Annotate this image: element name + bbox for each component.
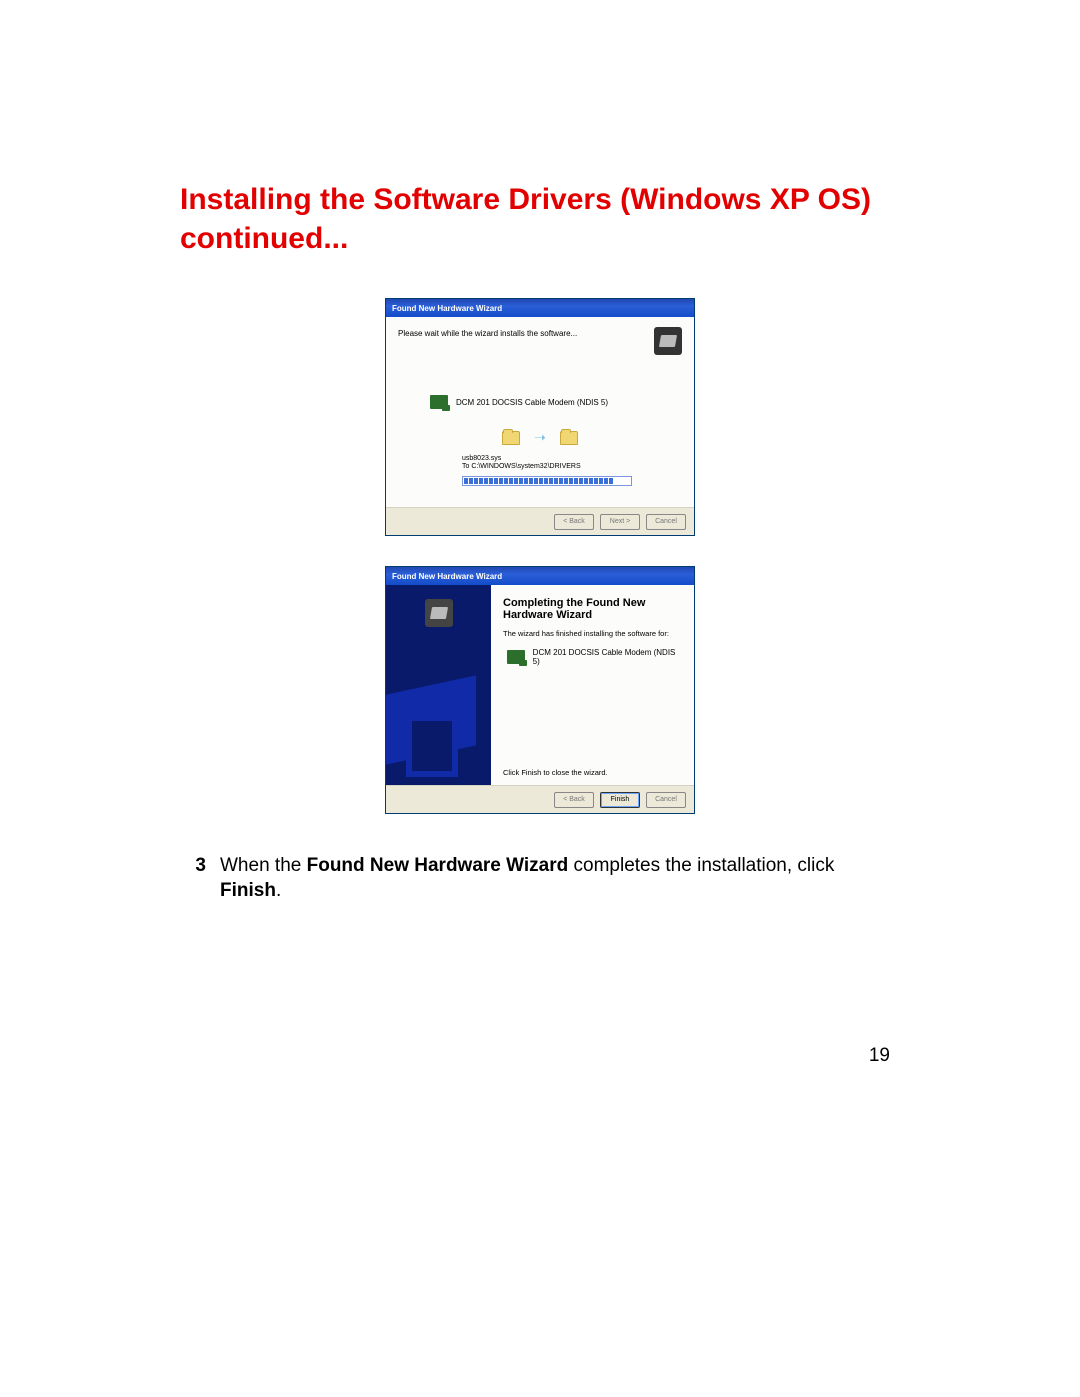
copy-arrow-icon: ➝ [534,429,546,446]
hardware-icon [654,327,682,355]
network-adapter-icon [430,395,448,409]
wizard2-finish-button[interactable]: Finish [600,792,640,808]
wizard2-back-button: < Back [554,792,594,808]
page-number: 19 [869,1045,890,1067]
wizard1-device-name: DCM 201 DOCSIS Cable Modem (NDIS 5) [456,398,608,407]
wizard2-device-name: DCM 201 DOCSIS Cable Modem (NDIS 5) [533,648,682,666]
wizard1-cancel-button: Cancel [646,514,686,530]
network-adapter-icon [507,650,525,664]
wizard1-titlebar: Found New Hardware Wizard [386,299,694,317]
step-number: 3 [180,854,206,903]
step-bold-finish: Finish [220,880,276,901]
progress-bar [462,476,632,486]
wizard1-back-button: < Back [554,514,594,530]
step-text-2: completes the installation, click [568,855,834,876]
section-heading: Installing the Software Drivers (Windows… [180,180,900,258]
wizard2-complete-subtitle: The wizard has finished installing the s… [503,629,682,638]
wizard-installing-screenshot: Found New Hardware Wizard Please wait wh… [385,298,695,536]
wizard2-close-hint: Click Finish to close the wizard. [503,768,682,777]
step-text-1: When the [220,855,307,876]
wizard1-instruction: Please wait while the wizard installs th… [398,327,577,338]
folder-dest-icon [560,431,578,445]
wizard-complete-screenshot: Found New Hardware Wizard Completing the… [385,566,695,814]
wizard1-copy-file: usb8023.sys [462,455,632,463]
folder-source-icon [502,431,520,445]
wizard2-cancel-button: Cancel [646,792,686,808]
wizard1-next-button: Next > [600,514,640,530]
wizard1-copy-dest: To C:\WINDOWS\system32\DRIVERS [462,463,632,471]
instruction-step-3: 3 When the Found New Hardware Wizard com… [180,854,900,903]
wizard2-complete-title: Completing the Found New Hardware Wizard [503,597,682,621]
step-bold-wizard-name: Found New Hardware Wizard [307,855,569,876]
wizard2-titlebar: Found New Hardware Wizard [386,567,694,585]
step-text-3: . [276,880,281,901]
hardware-icon [425,599,453,627]
wizard2-sidebar-image [386,585,491,785]
